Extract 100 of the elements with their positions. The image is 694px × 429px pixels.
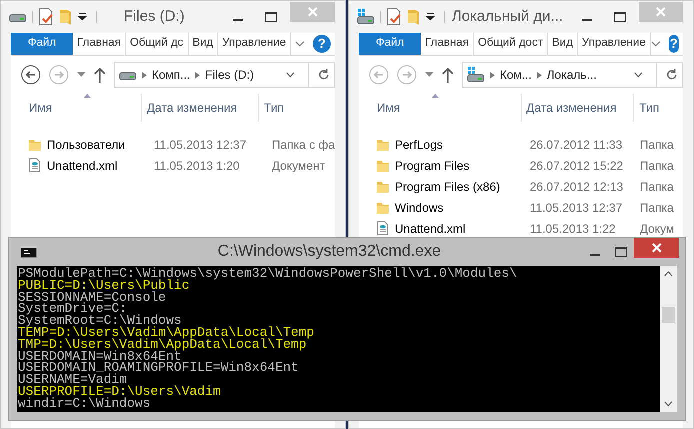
- file-type: Папка с фа: [271, 136, 336, 154]
- file-date: 11.05.2013 12:37: [529, 200, 624, 216]
- address-bar[interactable]: Комп... Files (D:): [114, 62, 335, 88]
- close-icon: [656, 7, 666, 17]
- chevron-icon[interactable]: [195, 72, 200, 78]
- column-header[interactable]: Дата изменения: [141, 94, 258, 122]
- console-line: SESSIONNAME=Console: [18, 292, 168, 304]
- chevron-icon[interactable]: [490, 72, 495, 78]
- breadcrumb-item[interactable]: Files (D:): [205, 66, 254, 84]
- console-line: USERNAME=Vadim: [18, 374, 128, 386]
- ribbon-tab[interactable]: Управление: [578, 33, 651, 55]
- column-header[interactable]: Тип: [633, 94, 683, 122]
- dropdown-caret-icon[interactable]: [426, 13, 435, 21]
- chevron-icon[interactable]: [142, 72, 147, 78]
- file-date: 11.05.2013 12:37: [153, 136, 248, 154]
- console-line: TEMP=D:\Users\Vadim\AppData\Local\Temp: [18, 326, 316, 339]
- column-header[interactable]: Тип: [258, 94, 335, 122]
- system-drive-icon: [467, 67, 485, 83]
- xml-document-icon: [28, 158, 42, 173]
- sort-caret-icon: [432, 94, 439, 98]
- console-line: TMP=D:\Users\Vadim\AppData\Local\Temp: [18, 338, 307, 351]
- close-icon: [652, 243, 662, 253]
- properties-icon[interactable]: [38, 8, 54, 26]
- file-name: Program Files: [395, 158, 470, 174]
- ribbon-tab[interactable]: Главная: [421, 33, 474, 55]
- console-line: SystemRoot=C:\Windows: [18, 315, 182, 327]
- console-line: windir=C:\Windows: [18, 398, 152, 410]
- address-dropdown-icon[interactable]: [634, 72, 643, 78]
- column-header[interactable]: Имя: [372, 94, 521, 122]
- file-date: 26.07.2012 11:33: [529, 136, 624, 154]
- breadcrumb-item[interactable]: Комп...: [152, 66, 190, 84]
- console-line: USERPROFILE=D:\Users\Vadim: [18, 386, 222, 398]
- console-icon: [21, 246, 37, 258]
- folder-icon: [28, 138, 42, 152]
- file-name: Windows: [395, 200, 444, 216]
- file-date: 11.05.2013 1:22: [529, 220, 617, 238]
- minimize-icon: [582, 19, 592, 21]
- breadcrumb-item[interactable]: Локаль...: [546, 66, 597, 84]
- up-arrow-icon[interactable]: [442, 67, 454, 83]
- minimize-icon: [233, 19, 243, 21]
- file-type: Папка: [639, 178, 674, 196]
- system-drive-icon: [357, 9, 375, 25]
- chevron-icon[interactable]: [536, 72, 542, 78]
- column-header[interactable]: Имя: [24, 94, 142, 122]
- file-name: PerfLogs: [395, 136, 444, 154]
- help-button[interactable]: ?: [313, 35, 331, 53]
- recent-caret-icon[interactable]: [425, 72, 434, 78]
- close-icon: [308, 7, 318, 17]
- window-title: C:\Windows\system32\cmd.exe: [218, 242, 442, 262]
- console-line: PUBLIC=D:\Users\Public: [18, 280, 190, 292]
- file-date: 11.05.2013 1:20: [153, 158, 241, 174]
- file-name: Program Files (x86): [395, 178, 500, 196]
- file-date: 26.07.2012 15:22: [529, 158, 624, 174]
- scroll-thumb[interactable]: [662, 307, 675, 323]
- refresh-icon[interactable]: [666, 69, 678, 81]
- up-arrow-icon[interactable]: [94, 67, 106, 83]
- folder-icon: [376, 158, 390, 172]
- ribbon-tab[interactable]: Управление: [218, 33, 292, 55]
- console-line: SystemDrive=C:: [18, 303, 128, 316]
- folder-icon: [376, 138, 390, 152]
- file-name: Unattend.xml: [47, 158, 118, 174]
- file-name: Unattend.xml: [395, 220, 466, 238]
- file-type: Докум: [639, 220, 674, 238]
- maximize-icon: [615, 247, 627, 257]
- back-icon[interactable]: [21, 65, 41, 85]
- maximize-icon: [614, 12, 626, 22]
- file-type: Папка: [639, 158, 674, 174]
- console-line: USERDOMAIN=Win8x64Ent: [18, 350, 182, 362]
- file-type: Документ: [271, 158, 326, 174]
- folder-icon: [376, 180, 390, 194]
- folder-icon: [376, 200, 390, 214]
- ribbon-tab[interactable]: Общий дс: [126, 33, 189, 55]
- properties-icon[interactable]: [386, 8, 402, 26]
- dropdown-caret-icon[interactable]: [78, 13, 87, 21]
- console-line: PSModulePath=C:\Windows\system32\WindowsPowerShell\v1.0\Modules\: [18, 268, 518, 280]
- address-dropdown-icon[interactable]: [286, 72, 295, 78]
- sort-caret-icon: [84, 94, 91, 98]
- console-line: USERDOMAIN_ROAMINGPROFILE=Win8x64Ent: [18, 362, 300, 374]
- file-date: 26.07.2012 12:13: [529, 178, 624, 196]
- breadcrumb-item[interactable]: Ком...: [500, 66, 532, 84]
- maximize-icon: [265, 12, 277, 22]
- file-name: Пользователи: [47, 136, 126, 154]
- ribbon-tab[interactable]: Файл: [359, 33, 422, 55]
- ribbon-tab[interactable]: Файл: [11, 33, 74, 55]
- window-title: Files (D:): [124, 6, 185, 27]
- refresh-icon[interactable]: [318, 69, 330, 81]
- window-title: Локальный ди...: [452, 6, 564, 27]
- close-button[interactable]: [634, 238, 679, 258]
- ribbon-tab[interactable]: Главная: [73, 33, 126, 55]
- ribbon-tab[interactable]: Вид: [188, 33, 218, 55]
- ribbon-tab[interactable]: Общий дост: [474, 33, 548, 55]
- ribbon-tab[interactable]: Вид: [548, 33, 578, 55]
- scrollbar[interactable]: [660, 266, 677, 412]
- column-header[interactable]: Дата изменения: [520, 94, 634, 122]
- minimize-icon: [590, 254, 600, 256]
- file-type: Папка: [639, 136, 674, 154]
- address-bar[interactable]: Ком... Локаль...: [462, 62, 683, 88]
- file-type: Папка: [639, 200, 674, 216]
- recent-caret-icon[interactable]: [77, 72, 86, 78]
- help-button[interactable]: ?: [668, 35, 679, 53]
